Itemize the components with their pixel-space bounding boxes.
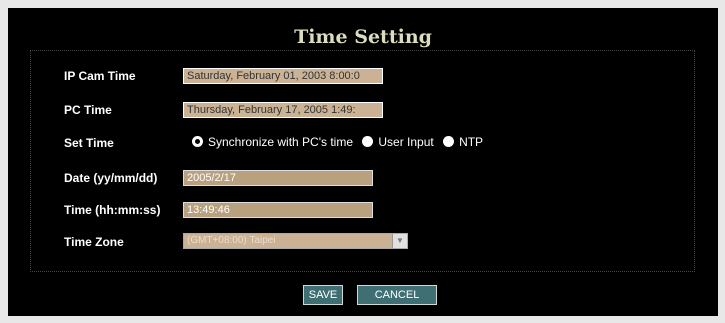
- user-input-label: User Input: [378, 135, 434, 149]
- time-zone-label: Time Zone: [64, 235, 124, 249]
- ipcam-time-label: IP Cam Time: [64, 69, 136, 83]
- time-zone-select[interactable]: (GMT+08:00) Taipei ▼: [183, 233, 408, 249]
- time-input[interactable]: 13:49:46: [183, 202, 373, 218]
- ntp-radio[interactable]: [443, 136, 455, 147]
- time-label: Time (hh:mm:ss): [64, 203, 161, 217]
- cancel-button[interactable]: CANCEL: [357, 285, 437, 305]
- sync-pc-radio[interactable]: [192, 136, 203, 147]
- date-label: Date (yy/mm/dd): [64, 171, 158, 185]
- set-time-radio-group: Synchronize with PC's time User Input NT…: [192, 135, 489, 149]
- page-title: Time Setting: [294, 26, 432, 48]
- sync-pc-label: Synchronize with PC's time: [208, 135, 354, 149]
- time-setting-panel: Time Setting IP Cam Time Saturday, Febru…: [8, 8, 718, 316]
- chevron-down-icon[interactable]: ▼: [392, 234, 407, 248]
- pc-time-field: Thursday, February 17, 2005 1:49:: [183, 102, 383, 118]
- time-zone-value: (GMT+08:00) Taipei: [187, 235, 276, 246]
- save-button[interactable]: SAVE: [303, 285, 343, 305]
- set-time-label: Set Time: [64, 136, 114, 150]
- ntp-label: NTP: [459, 135, 484, 149]
- user-input-radio[interactable]: [362, 136, 374, 147]
- pc-time-label: PC Time: [64, 103, 112, 117]
- date-input[interactable]: 2005/2/17: [183, 170, 373, 186]
- ipcam-time-field: Saturday, February 01, 2003 8:00:0: [183, 68, 383, 84]
